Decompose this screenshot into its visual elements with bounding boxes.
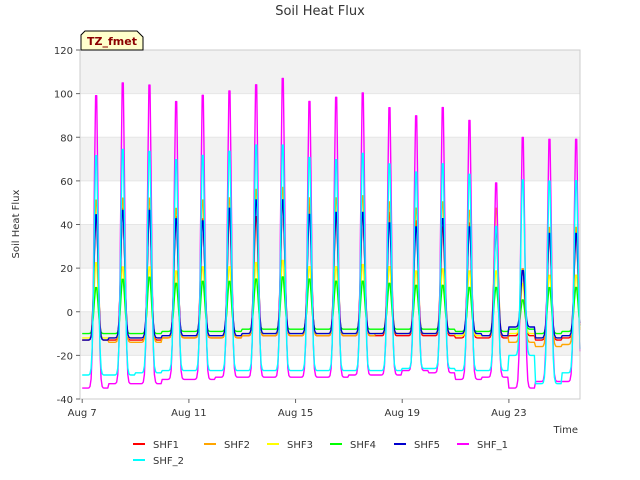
y-tick-label: -20	[57, 351, 73, 362]
legend-item-shf1: SHF1	[133, 440, 179, 451]
x-tick-label: Aug 11	[171, 408, 206, 419]
x-tick-label: Aug 15	[278, 408, 313, 419]
legend-label: SHF4	[350, 440, 376, 451]
legend-item-shf-1: SHF_1	[457, 440, 508, 451]
legend-label: SHF2	[224, 440, 250, 451]
legend-item-shf4: SHF4	[330, 440, 376, 451]
y-tick-label: 20	[60, 264, 73, 275]
legend-label: SHF_2	[153, 456, 184, 467]
grid-band	[80, 50, 580, 94]
x-axis-label: Time	[553, 425, 578, 436]
chart-title: Soil Heat Flux	[275, 4, 365, 19]
legend-label: SHF1	[153, 440, 179, 451]
y-axis: -40 -20 0 20 40 60 80 100 120	[54, 46, 80, 406]
legend-item-shf2: SHF2	[204, 440, 250, 451]
y-tick-label: 120	[54, 46, 73, 57]
y-tick-label: 100	[54, 90, 73, 101]
x-tick-label: Aug 19	[385, 408, 420, 419]
site-badge: TZ_fmet	[80, 30, 144, 51]
x-tick-label: Aug 7	[68, 408, 97, 419]
legend-label: SHF_1	[477, 440, 508, 451]
plot-area	[79, 49, 581, 400]
legend-item-shf-2: SHF_2	[133, 456, 184, 467]
legend-item-shf5: SHF5	[394, 440, 440, 451]
x-axis: Aug 7 Aug 11 Aug 15 Aug 19 Aug 23	[68, 399, 527, 419]
site-badge-label: TZ_fmet	[87, 35, 137, 48]
grid-band	[80, 224, 580, 269]
y-axis-label: Soil Heat Flux	[11, 189, 22, 258]
x-tick-label: Aug 23	[491, 408, 526, 419]
y-tick-label: 80	[60, 133, 73, 144]
y-tick-label: 40	[60, 221, 73, 232]
y-tick-label: 0	[67, 308, 73, 319]
y-tick-label: 60	[60, 177, 73, 188]
legend: SHF1 SHF2 SHF3 SHF4 SHF5 SHF_1 SHF_2	[133, 440, 508, 467]
grid-band	[80, 137, 580, 181]
legend-label: SHF3	[287, 440, 313, 451]
legend-label: SHF5	[414, 440, 440, 451]
legend-item-shf3: SHF3	[267, 440, 313, 451]
y-tick-label: -40	[57, 395, 73, 406]
soil-heat-flux-chart: Soil Heat Flux -40 -20 0 20 40 60 80 100 120 Aug…	[11, 4, 581, 467]
